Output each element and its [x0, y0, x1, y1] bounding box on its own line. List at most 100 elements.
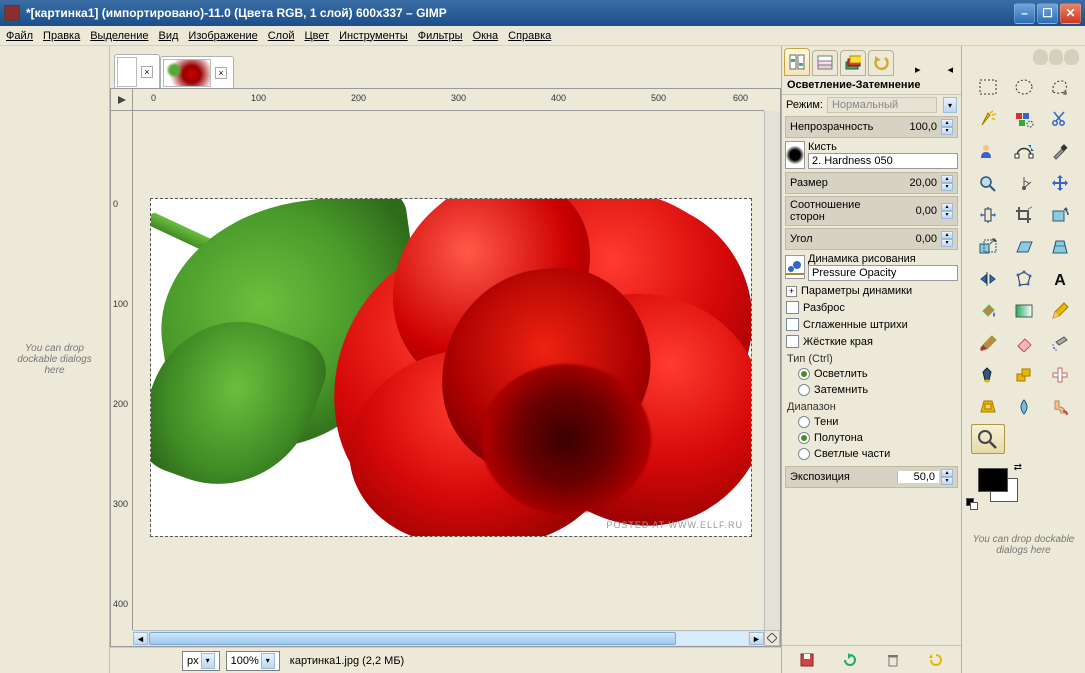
spinner[interactable]: ▴▾	[941, 231, 953, 247]
exposure-value[interactable]: 50,0	[897, 471, 939, 483]
tool-fuzzy-select[interactable]	[971, 104, 1005, 134]
ruler-origin[interactable]	[111, 89, 133, 111]
tool-rotate[interactable]	[1043, 200, 1077, 230]
tool-pencil[interactable]	[1043, 296, 1077, 326]
tab-layers[interactable]	[840, 50, 866, 76]
menu-windows[interactable]: Окна	[473, 30, 499, 42]
scroll-thumb[interactable]	[149, 632, 676, 645]
tool-cage[interactable]	[1007, 264, 1041, 294]
tool-move[interactable]	[1043, 168, 1077, 198]
scatter-row[interactable]: Разброс	[782, 299, 961, 316]
range-shadows-row[interactable]: Тени	[782, 414, 961, 430]
tool-color-picker[interactable]	[1043, 136, 1077, 166]
chevron-down-icon[interactable]: ▾	[261, 653, 275, 669]
menu-edit[interactable]: Правка	[43, 30, 80, 42]
tabs-menu-arrow[interactable]: ▸	[909, 63, 927, 76]
dynamics-params-row[interactable]: + Параметры динамики	[782, 283, 961, 299]
unit-selector[interactable]: px▾	[182, 651, 220, 671]
restore-preset-button[interactable]	[840, 650, 860, 670]
checkbox[interactable]	[786, 318, 799, 331]
angle-value[interactable]: 0,00	[897, 233, 939, 245]
menu-help[interactable]: Справка	[508, 30, 551, 42]
tabs-menu-chevron[interactable]: ◂	[941, 63, 959, 76]
canvas-viewport[interactable]: POSTED AT WWW.ELLF.RU	[133, 111, 764, 630]
brush-preview[interactable]	[785, 141, 805, 169]
foreground-color-swatch[interactable]	[978, 468, 1008, 492]
tool-by-color-select[interactable]	[1007, 104, 1041, 134]
tool-scale[interactable]	[971, 232, 1005, 262]
swap-colors-icon[interactable]: ⇄	[1014, 462, 1022, 473]
tool-bucket-fill[interactable]	[971, 296, 1005, 326]
menu-select[interactable]: Выделение	[90, 30, 148, 42]
spinner[interactable]: ▴▾	[941, 119, 953, 135]
close-tab-icon[interactable]: ×	[215, 67, 227, 79]
range-highlights-row[interactable]: Светлые части	[782, 446, 961, 462]
tool-ink[interactable]	[971, 360, 1005, 390]
reset-preset-button[interactable]	[926, 650, 946, 670]
angle-row[interactable]: Угол 0,00 ▴▾	[785, 228, 958, 250]
delete-preset-button[interactable]	[883, 650, 903, 670]
tool-free-select[interactable]	[1043, 72, 1077, 102]
maximize-button[interactable]: ☐	[1037, 3, 1058, 24]
radio[interactable]	[798, 368, 810, 380]
tool-perspective[interactable]	[1043, 232, 1077, 262]
tab-device-status[interactable]	[812, 50, 838, 76]
tool-perspective-clone[interactable]	[971, 392, 1005, 422]
tool-shear[interactable]	[1007, 232, 1041, 262]
type-dodge-row[interactable]: Осветлить	[782, 366, 961, 382]
tool-measure[interactable]	[1007, 168, 1041, 198]
tool-dodge-burn[interactable]	[971, 424, 1005, 454]
close-tab-icon[interactable]: ×	[141, 66, 153, 78]
radio[interactable]	[798, 432, 810, 444]
default-colors-icon[interactable]	[966, 498, 978, 510]
type-burn-row[interactable]: Затемнить	[782, 382, 961, 398]
tool-smudge[interactable]	[1043, 392, 1077, 422]
radio[interactable]	[798, 416, 810, 428]
hard-edge-row[interactable]: Жёсткие края	[782, 333, 961, 350]
tool-scissors[interactable]	[1043, 104, 1077, 134]
checkbox[interactable]	[786, 301, 799, 314]
menu-file[interactable]: Файл	[6, 30, 33, 42]
smooth-stroke-row[interactable]: Сглаженные штрихи	[782, 316, 961, 333]
scrollbar-vertical[interactable]	[764, 111, 780, 630]
tool-ellipse-select[interactable]	[1007, 72, 1041, 102]
checkbox[interactable]	[786, 335, 799, 348]
scrollbar-horizontal[interactable]: ◄ ►	[133, 630, 764, 646]
left-dock[interactable]: You can drop dockable dialogs here	[0, 46, 110, 673]
tool-align[interactable]	[971, 200, 1005, 230]
chevron-down-icon[interactable]: ▾	[201, 653, 215, 669]
spinner[interactable]: ▴▾	[941, 469, 953, 485]
dynamics-preview[interactable]	[785, 255, 805, 279]
tool-airbrush[interactable]	[1043, 328, 1077, 358]
ruler-vertical[interactable]: 0 100 200 300 400	[111, 111, 133, 630]
scroll-right-arrow[interactable]: ►	[749, 632, 764, 645]
mode-select[interactable]: Нормальный	[827, 97, 937, 113]
menu-view[interactable]: Вид	[159, 30, 179, 42]
brush-name-field[interactable]	[808, 153, 958, 169]
tool-crop[interactable]	[1007, 200, 1041, 230]
tab-tool-options[interactable]	[784, 48, 810, 76]
tool-zoom[interactable]	[971, 168, 1005, 198]
size-value[interactable]: 20,00	[897, 177, 939, 189]
menu-image[interactable]: Изображение	[188, 30, 257, 42]
exposure-row[interactable]: Экспозиция 50,0 ▴▾	[785, 466, 958, 488]
scroll-left-arrow[interactable]: ◄	[133, 632, 148, 645]
menu-layer[interactable]: Слой	[268, 30, 295, 42]
tool-flip[interactable]	[971, 264, 1005, 294]
size-row[interactable]: Размер 20,00 ▴▾	[785, 172, 958, 194]
tool-eraser[interactable]	[1007, 328, 1041, 358]
radio[interactable]	[798, 384, 810, 396]
spinner[interactable]: ▴▾	[941, 203, 953, 219]
tool-foreground-select[interactable]	[971, 136, 1005, 166]
minimize-button[interactable]: –	[1014, 3, 1035, 24]
menu-tools[interactable]: Инструменты	[339, 30, 408, 42]
zoom-selector[interactable]: 100%▾	[226, 651, 280, 671]
opacity-value[interactable]: 100,0	[897, 121, 939, 133]
radio[interactable]	[798, 448, 810, 460]
save-preset-button[interactable]	[797, 650, 817, 670]
tool-text[interactable]: A	[1043, 264, 1077, 294]
canvas[interactable]: POSTED AT WWW.ELLF.RU	[151, 199, 751, 536]
ruler-horizontal[interactable]: 0 100 200 300 400 500 600	[133, 89, 764, 111]
dynamics-field[interactable]	[808, 265, 958, 281]
tool-paths[interactable]	[1007, 136, 1041, 166]
